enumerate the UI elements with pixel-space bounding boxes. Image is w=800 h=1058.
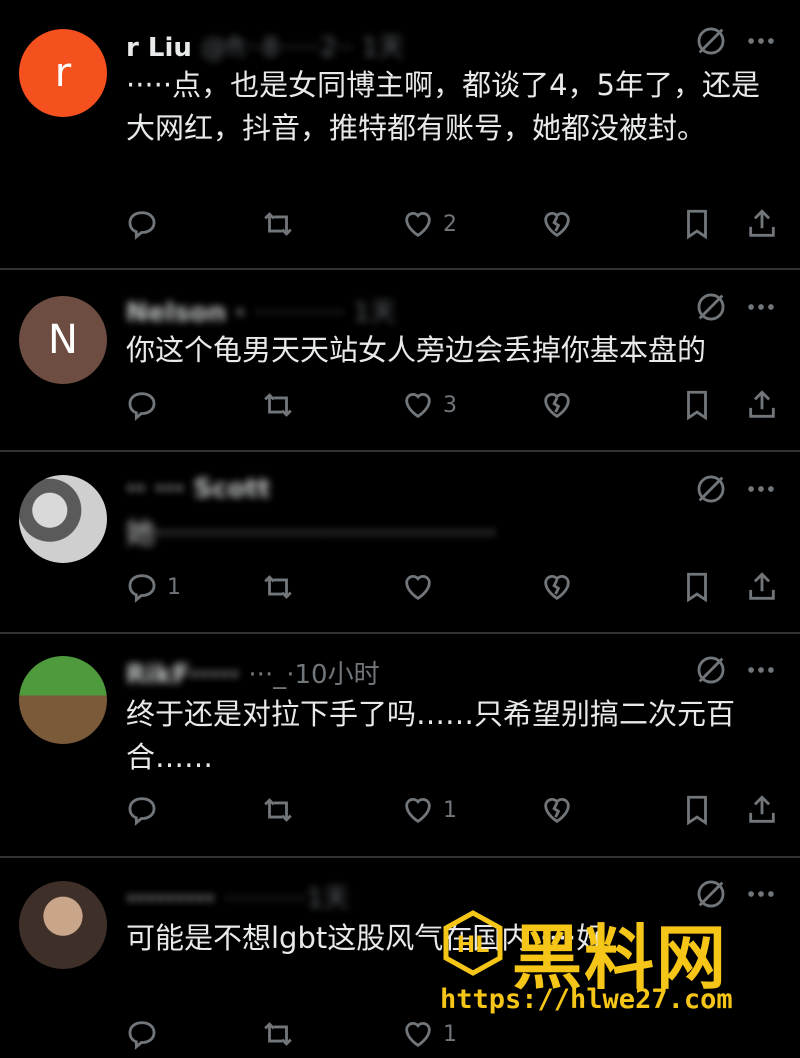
like-count: 3 (443, 392, 457, 418)
mute-icon[interactable] (694, 472, 728, 506)
action-bar: 3 (120, 383, 790, 429)
heart-icon (405, 798, 431, 824)
share-icon (749, 795, 775, 823)
retweet-icon (264, 212, 292, 236)
mute-icon[interactable] (694, 653, 728, 687)
author-name[interactable]: r Liu @ft··8·····2·· 1天 (126, 27, 404, 63)
action-bar: 1 (120, 565, 790, 611)
watermark-url: https://hlwe27.com (440, 984, 733, 1015)
mute-icon[interactable] (694, 290, 728, 324)
broken-heart-icon (544, 393, 570, 419)
reply-button[interactable] (125, 202, 167, 246)
share-button[interactable] (745, 565, 779, 609)
author-handle-meta: @ft··8·····2·· 1天 (200, 33, 405, 63)
avatar-letter: r (54, 50, 72, 96)
tweet-text: 她····································· (126, 516, 497, 550)
avatar[interactable]: N (19, 296, 107, 384)
author-handle-meta: ···_·10小时 (248, 660, 380, 690)
tweet-text: ·····点，也是女同博主啊，都谈了4，5年了，还是大网红，抖音，推特都有账号，… (126, 68, 760, 145)
broken-heart-icon (544, 798, 570, 824)
bookmark-button[interactable] (680, 565, 714, 609)
bookmark-icon (687, 390, 707, 421)
heart-icon (405, 575, 431, 601)
retweet-icon (264, 798, 292, 822)
reply-button[interactable] (125, 383, 167, 427)
hexagon-logo-icon: HL (443, 910, 503, 976)
bookmark-icon (687, 795, 707, 826)
dislike-button[interactable] (540, 788, 574, 832)
tweet[interactable]: RikF····· ···_·10小时 终于还是对拉下手了吗……只希望别搞二次元… (0, 634, 800, 856)
avatar-letter: N (48, 317, 78, 363)
like-count: 2 (443, 211, 457, 237)
share-button[interactable] (745, 383, 779, 427)
bookmark-icon (687, 209, 707, 240)
author-name[interactable]: Nelson · ··········· 1天 (126, 292, 396, 328)
retweet-button[interactable] (261, 1012, 303, 1056)
action-bar: 1 (120, 788, 790, 834)
like-button[interactable]: 2 (401, 202, 457, 246)
action-bar: 2 (120, 202, 790, 248)
tweet[interactable]: ·· ··· Scott 她··························… (0, 452, 800, 632)
reply-icon (128, 797, 156, 826)
avatar[interactable]: r (19, 29, 107, 117)
bookmark-button[interactable] (680, 788, 714, 832)
bookmark-button[interactable] (680, 202, 714, 246)
share-icon (749, 572, 775, 600)
reply-icon (128, 574, 156, 603)
bookmark-icon (687, 572, 707, 603)
heart-icon (405, 393, 431, 419)
like-count: 1 (443, 797, 457, 823)
dislike-button[interactable] (540, 565, 574, 609)
more-icon[interactable] (744, 290, 778, 324)
share-button[interactable] (745, 202, 779, 246)
dislike-button[interactable] (540, 383, 574, 427)
tweet-text: 你这个龟男天天站女人旁边会丢掉你基本盘的 (126, 333, 707, 367)
like-button[interactable]: 3 (401, 383, 457, 427)
retweet-button[interactable] (261, 565, 303, 609)
retweet-icon (264, 575, 292, 599)
avatar[interactable] (19, 475, 107, 563)
author-name[interactable]: ·· ··· Scott (126, 474, 270, 504)
author-name[interactable]: RikF····· ···_·10小时 (126, 654, 380, 690)
retweet-icon (264, 1022, 292, 1046)
tweet[interactable]: N Nelson · ··········· 1天 你这个龟男天天站女人旁边会丢… (0, 270, 800, 450)
author-handle-meta: ··········1天 (223, 884, 350, 914)
dislike-button[interactable] (540, 202, 574, 246)
like-button[interactable] (401, 565, 443, 609)
retweet-button[interactable] (261, 383, 303, 427)
reply-count: 1 (167, 574, 181, 600)
avatar[interactable] (19, 656, 107, 744)
retweet-icon (264, 393, 292, 417)
author-name[interactable]: ········· ··········1天 (126, 878, 349, 914)
bookmark-button[interactable] (680, 383, 714, 427)
svg-text:HL: HL (457, 933, 489, 958)
avatar[interactable] (19, 881, 107, 969)
mute-icon[interactable] (694, 24, 728, 58)
reply-button[interactable] (125, 1012, 167, 1056)
watermark: HL 黑料网 https://hlwe27.com (440, 902, 800, 1049)
broken-heart-icon (544, 212, 570, 238)
reply-icon (128, 392, 156, 421)
heart-icon (405, 1022, 431, 1048)
more-icon[interactable] (744, 472, 778, 506)
tweet-text: 终于还是对拉下手了吗……只希望别搞二次元百合…… (126, 697, 736, 774)
more-icon[interactable] (744, 24, 778, 58)
author-handle-meta: ··········· 1天 (254, 298, 396, 328)
share-button[interactable] (745, 788, 779, 832)
share-icon (749, 209, 775, 237)
reply-button[interactable]: 1 (125, 565, 181, 609)
retweet-button[interactable] (261, 788, 303, 832)
retweet-button[interactable] (261, 202, 303, 246)
reply-icon (128, 1021, 156, 1050)
share-icon (749, 390, 775, 418)
tweet[interactable]: r r Liu @ft··8·····2·· 1天 ·····点，也是女同博主啊… (0, 0, 800, 268)
more-icon[interactable] (744, 653, 778, 687)
like-button[interactable]: 1 (401, 788, 457, 832)
reply-button[interactable] (125, 788, 167, 832)
reply-icon (128, 211, 156, 240)
heart-icon (405, 212, 431, 238)
broken-heart-icon (544, 575, 570, 601)
